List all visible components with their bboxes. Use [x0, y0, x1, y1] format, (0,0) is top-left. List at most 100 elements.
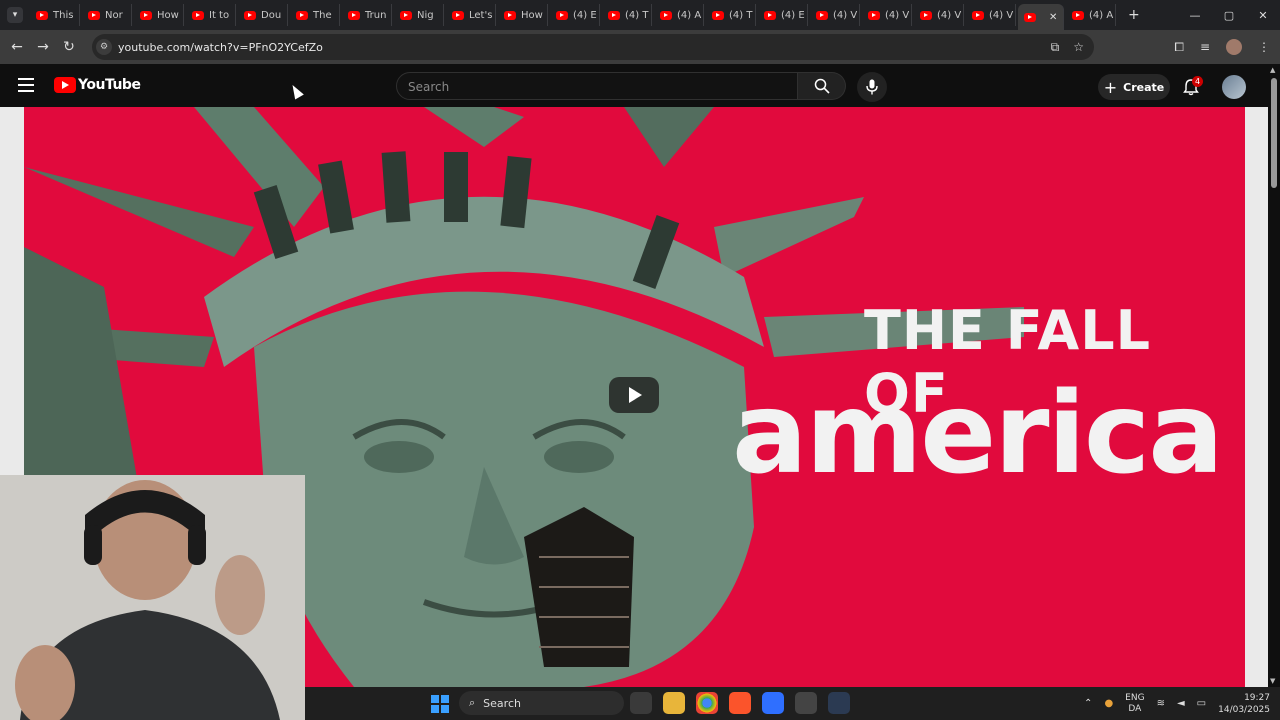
youtube-favicon-icon — [140, 10, 152, 20]
plus-icon: + — [1103, 77, 1118, 97]
microphone-tray-icon[interactable]: ● — [1104, 698, 1113, 709]
input-language-indicator[interactable]: ENG DA — [1125, 693, 1144, 715]
tab-title: Nig — [417, 9, 434, 21]
tab-title: This — [53, 9, 74, 21]
tab-title: (4) V — [885, 9, 910, 21]
close-window-button[interactable]: ✕ — [1246, 0, 1280, 30]
windows-start-icon[interactable] — [431, 695, 449, 713]
tab-13[interactable]: (4) T — [706, 4, 756, 26]
tab-10[interactable]: (4) E — [550, 4, 600, 26]
browser-menu-kebab-icon[interactable]: ⋮ — [1258, 40, 1270, 54]
tab-search-menu-button[interactable]: ▾ — [7, 7, 23, 23]
brave-icon[interactable] — [729, 692, 751, 714]
minimize-button[interactable]: — — [1178, 0, 1212, 30]
forward-arrow-icon[interactable]: → — [30, 39, 56, 55]
webcam-person-image — [0, 475, 305, 720]
clock-date: 14/03/2025 — [1218, 704, 1270, 715]
search-input[interactable] — [397, 73, 790, 101]
tab-title: (4) E — [573, 9, 597, 21]
task-view-icon[interactable] — [630, 692, 652, 714]
browser-toolbar: ← → ↻ ⚙ youtube.com/watch?v=PFnO2YCefZo … — [0, 30, 1280, 64]
tab-title: Trun — [365, 9, 387, 21]
volume-icon[interactable]: ◄ — [1177, 698, 1185, 709]
play-button[interactable] — [609, 377, 659, 413]
tab-title: Nor — [105, 9, 123, 21]
youtube-header: YouTube + Create 4 — [0, 64, 1280, 107]
search-box — [396, 72, 798, 101]
microphone-icon — [866, 79, 878, 95]
create-button[interactable]: + Create — [1098, 74, 1170, 100]
tab-title: Dou — [261, 9, 282, 21]
tab-close-icon[interactable]: ✕ — [1049, 12, 1057, 23]
youtube-favicon-icon — [764, 10, 776, 20]
youtube-favicon-icon — [244, 10, 256, 20]
battery-icon[interactable]: ▭ — [1197, 698, 1206, 709]
bookmark-star-icon[interactable]: ☆ — [1073, 40, 1084, 54]
chatgpt-icon[interactable] — [795, 692, 817, 714]
scroll-down-arrow-icon[interactable]: ▼ — [1270, 677, 1275, 685]
arc-app-icon[interactable] — [762, 692, 784, 714]
tab-0[interactable]: This — [30, 4, 80, 26]
address-bar-actions: ⧉ ☆ — [1051, 34, 1084, 60]
youtube-favicon-icon — [608, 10, 620, 20]
tab-title: (4) E — [781, 9, 805, 21]
profile-avatar-icon[interactable] — [1226, 39, 1242, 55]
taskbar-clock[interactable]: 19:27 14/03/2025 — [1218, 692, 1270, 716]
browser-tab-strip: ▾ This Nor How It to Dou The Trun Nig Let's How (4… — [0, 0, 1280, 30]
account-avatar[interactable] — [1222, 75, 1246, 99]
site-settings-icon[interactable]: ⚙ — [96, 39, 112, 55]
address-bar[interactable]: ⚙ youtube.com/watch?v=PFnO2YCefZo ⧉ ☆ — [92, 34, 1094, 60]
tab-11[interactable]: (4) T — [602, 4, 652, 26]
show-hidden-icons-chevron-icon[interactable]: ⌃ — [1084, 698, 1092, 709]
reload-icon[interactable]: ↻ — [56, 39, 82, 55]
new-tab-button[interactable]: + — [1128, 7, 1140, 23]
tab-3[interactable]: It to — [186, 4, 236, 26]
scroll-up-arrow-icon[interactable]: ▲ — [1270, 66, 1275, 74]
scrollbar-thumb[interactable] — [1271, 78, 1277, 188]
tab-5[interactable]: The — [290, 4, 340, 26]
windows-taskbar: ⌕ Search ⌃ ● ENG DA ≋ ◄ ▭ 19:27 14/03/20… — [305, 687, 1280, 720]
notification-count-badge: 4 — [1192, 76, 1204, 87]
toolbar-right-actions: ⧠ ≡ ⋮ — [1174, 30, 1270, 64]
tab-active[interactable]: ✕ — [1018, 4, 1064, 30]
back-arrow-icon[interactable]: ← — [4, 39, 30, 55]
tab-17[interactable]: (4) V — [914, 4, 964, 26]
tab-18[interactable]: (4) V — [966, 4, 1016, 26]
file-explorer-icon[interactable] — [663, 692, 685, 714]
tab-8[interactable]: Let's — [446, 4, 496, 26]
tab-7[interactable]: Nig — [394, 4, 444, 26]
tab-1[interactable]: Nor — [82, 4, 132, 26]
extensions-puzzle-icon[interactable]: ⧠ — [1174, 40, 1184, 55]
davinci-resolve-icon[interactable] — [828, 692, 850, 714]
media-controls-icon[interactable]: ≡ — [1200, 40, 1210, 54]
tab-16[interactable]: (4) V — [862, 4, 912, 26]
maximize-button[interactable]: ▢ — [1212, 0, 1246, 30]
install-app-icon[interactable]: ⧉ — [1051, 40, 1060, 55]
youtube-favicon-icon — [296, 10, 308, 20]
youtube-play-logo-icon — [54, 77, 76, 93]
taskbar-search[interactable]: ⌕ Search — [459, 691, 624, 715]
tab-title: (4) T — [729, 9, 753, 21]
tab-title: (4) A — [677, 9, 702, 21]
tab-14[interactable]: (4) E — [758, 4, 808, 26]
hamburger-menu-icon[interactable] — [18, 78, 34, 92]
tab-12[interactable]: (4) A — [654, 4, 704, 26]
tab-after-active[interactable]: (4) A — [1066, 4, 1116, 26]
chrome-icon[interactable] — [696, 692, 718, 714]
tab-title: Let's — [469, 9, 493, 21]
system-tray: ⌃ ● ENG DA ≋ ◄ ▭ 19:27 14/03/2025 — [1084, 687, 1270, 720]
page-scrollbar[interactable]: ▲ ▼ — [1268, 64, 1280, 687]
youtube-favicon-icon — [660, 10, 672, 20]
tab-15[interactable]: (4) V — [810, 4, 860, 26]
tab-6[interactable]: Trun — [342, 4, 392, 26]
voice-search-button[interactable] — [857, 72, 887, 102]
tab-9[interactable]: How — [498, 4, 548, 26]
search-button[interactable] — [798, 72, 846, 100]
tab-4[interactable]: Dou — [238, 4, 288, 26]
youtube-favicon-icon — [192, 10, 204, 20]
wifi-icon[interactable]: ≋ — [1157, 698, 1165, 709]
url-text[interactable]: youtube.com/watch?v=PFnO2YCefZo — [118, 41, 323, 54]
tab-2[interactable]: How — [134, 4, 184, 26]
tab-title: (4) V — [937, 9, 962, 21]
youtube-logo[interactable]: YouTube — [54, 77, 141, 93]
